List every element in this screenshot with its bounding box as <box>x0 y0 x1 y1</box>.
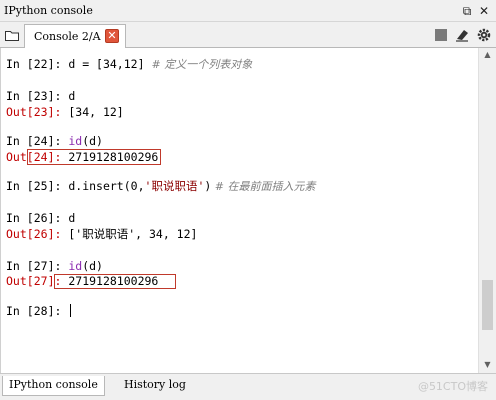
string-literal: '职说职语' <box>144 179 205 193</box>
folder-icon[interactable] <box>4 27 20 43</box>
in-prompt: In [ <box>6 179 34 193</box>
prompt-close: ]: <box>47 89 69 103</box>
watermark: @51CTO博客 <box>417 380 488 393</box>
scroll-down-icon[interactable]: ▼ <box>479 358 496 372</box>
undock-icon[interactable]: ⧉ <box>459 3 475 19</box>
prompt-number: 25 <box>33 179 48 193</box>
prompt-number: 23 <box>33 105 48 119</box>
console-line: In [24]: id(d) <box>6 133 103 149</box>
prompt-number: 27 <box>33 259 48 273</box>
string-literal: '职说职语' <box>75 227 136 241</box>
console-line: Out[23]: [34, 12] <box>6 104 124 120</box>
in-prompt: In [ <box>6 211 34 225</box>
prompt-close: ]: <box>47 105 69 119</box>
scroll-up-icon[interactable]: ▲ <box>479 48 496 62</box>
in-prompt: In [ <box>6 57 34 71</box>
out-prompt: Out[ <box>6 105 34 119</box>
console-line: In [22]: d = [34,12] # 定义一个列表对象 <box>6 56 252 72</box>
highlight-box <box>27 149 161 165</box>
code-comment: # 定义一个列表对象 <box>144 58 253 71</box>
prompt-close: ]: <box>47 259 69 273</box>
tab-ipython-console[interactable]: IPython console <box>2 376 105 396</box>
prompt-close: ]: <box>47 227 69 241</box>
scroll-thumb[interactable] <box>482 280 493 330</box>
in-prompt: In [ <box>6 89 34 103</box>
prompt-number: 24 <box>33 134 48 148</box>
window-close-icon[interactable]: ✕ <box>476 3 492 19</box>
prompt-close: ]: <box>47 211 69 225</box>
code-text: d <box>68 211 76 225</box>
gear-icon[interactable] <box>476 27 492 43</box>
console-line: In [26]: d <box>6 210 75 226</box>
prompt-number: 26 <box>33 211 48 225</box>
prompt-close: ]: <box>47 134 69 148</box>
in-prompt: In [ <box>6 259 34 273</box>
code-text: d <box>68 89 76 103</box>
prompt-number: 26 <box>33 227 48 241</box>
console-tabbar: Console 2/A ✕ <box>0 22 496 48</box>
prompt-close: ]: <box>47 57 69 71</box>
output-text: [34, 12] <box>68 105 124 119</box>
bottom-tabbar: IPython console History log @51CTO博客 <box>0 373 496 400</box>
prompt-number: 27 <box>33 274 48 288</box>
builtin-name: id <box>68 259 83 273</box>
console-line: In [25]: d.insert(0,'职说职语') # 在最前面插入元素 <box>6 178 316 194</box>
prompt-close: ]: <box>47 304 69 318</box>
code-comment: # 在最前面插入元素 <box>211 180 316 193</box>
pane-titlebar: IPython console ⧉ ✕ <box>0 0 496 22</box>
vertical-scrollbar[interactable]: ▲ ▼ <box>478 48 496 373</box>
highlight-box <box>54 274 176 289</box>
prompt-number: 23 <box>33 89 48 103</box>
prompt-number: 22 <box>33 57 48 71</box>
console-input-line[interactable]: In [28]: <box>6 303 72 319</box>
tab-console-2a[interactable]: Console 2/A ✕ <box>24 24 126 48</box>
in-prompt: In [ <box>6 134 34 148</box>
eraser-icon[interactable] <box>454 27 470 43</box>
stop-icon[interactable] <box>433 27 449 43</box>
prompt-close: ]: <box>47 179 69 193</box>
in-prompt: In [ <box>6 304 34 318</box>
tab-history-log[interactable]: History log <box>118 376 192 396</box>
console-output[interactable]: In [22]: d = [34,12] # 定义一个列表对象 In [23]:… <box>0 48 478 373</box>
code-text: d.insert(0, <box>68 179 145 193</box>
tab-label: Console 2/A <box>34 30 101 43</box>
out-prompt: Out[ <box>6 274 34 288</box>
builtin-name: id <box>68 134 83 148</box>
code-text: d = [34,12] <box>68 57 145 71</box>
output-text: , 34, 12] <box>135 227 198 241</box>
out-prompt: Out[ <box>6 227 34 241</box>
console-line: In [23]: d <box>6 88 75 104</box>
pane-title: IPython console <box>4 4 93 17</box>
console-line: In [27]: id(d) <box>6 258 103 274</box>
close-tab-icon[interactable]: ✕ <box>105 29 119 43</box>
console-line: Out[26]: ['职说职语', 34, 12] <box>6 226 197 242</box>
code-text: (d) <box>82 134 103 148</box>
code-text: (d) <box>82 259 103 273</box>
text-cursor <box>70 304 72 317</box>
prompt-number: 28 <box>33 304 48 318</box>
